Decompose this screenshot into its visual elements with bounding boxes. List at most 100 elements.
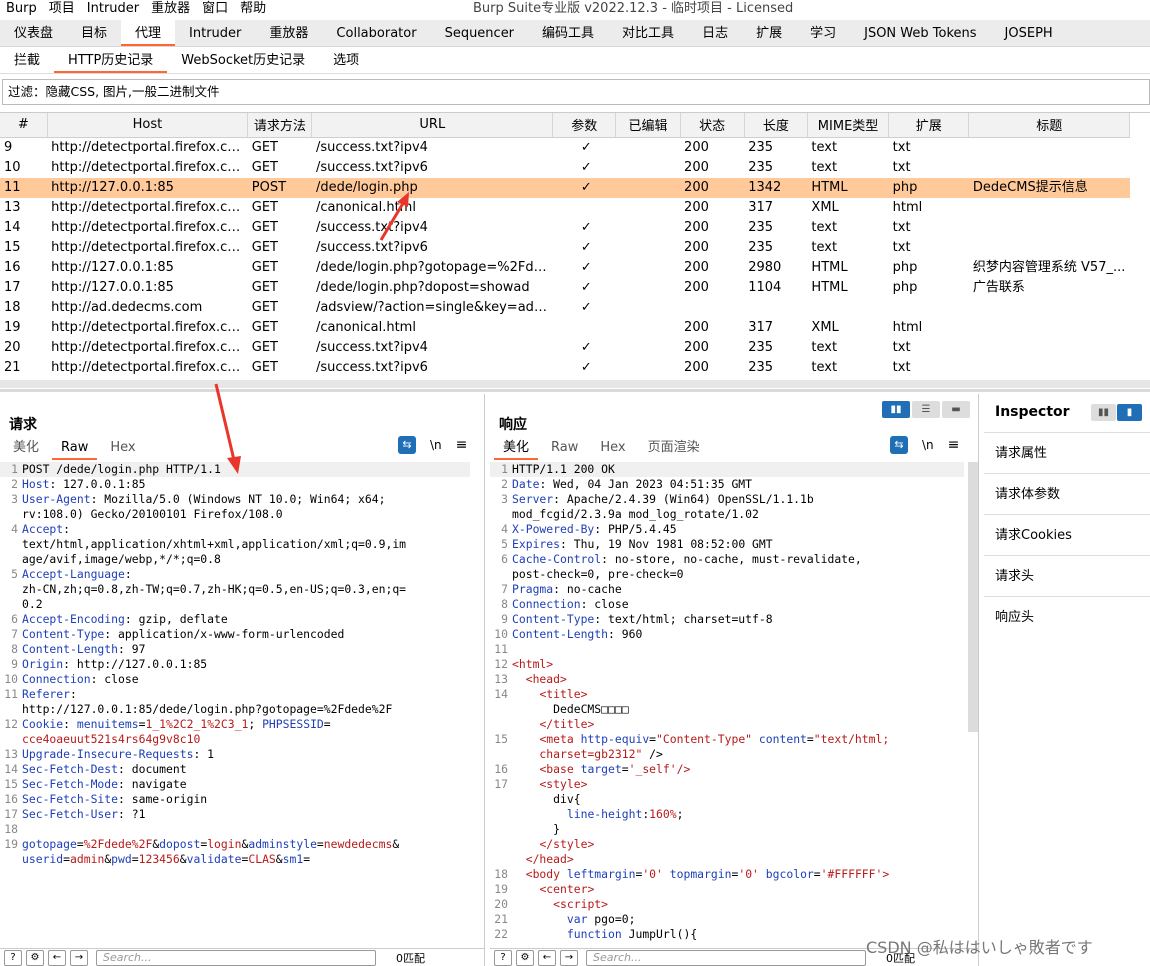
menu-icon[interactable]: ≡ (948, 437, 960, 453)
column-header[interactable]: Host (47, 113, 249, 138)
menu-item[interactable]: 项目 (43, 0, 81, 18)
column-header[interactable]: 长度 (744, 113, 808, 138)
next-match-icon[interactable]: → (560, 949, 578, 966)
main-tab[interactable]: Intruder (175, 20, 255, 46)
sub-tab[interactable]: HTTP历史记录 (54, 48, 168, 73)
pane-divider[interactable] (0, 389, 1150, 392)
main-tab[interactable]: 日志 (688, 20, 742, 46)
main-tab[interactable]: JSON Web Tokens (850, 20, 990, 46)
menu-item[interactable]: Intruder (81, 0, 145, 18)
table-row[interactable]: 21 http://detectportal.firefox.com GET/suc… (0, 358, 1130, 378)
column-header[interactable]: MIME类型 (807, 113, 890, 138)
table-row[interactable]: 10 http://detectportal.firefox.com GET/suc… (0, 158, 1130, 178)
response-view-tab[interactable]: Raw (542, 438, 587, 460)
help-icon[interactable]: ? (4, 949, 22, 966)
main-tab[interactable]: 目标 (67, 20, 121, 46)
request-editor[interactable]: 1 POST /dede/login.php HTTP/1.1 2 Host: 127… (0, 462, 470, 946)
sub-tab[interactable]: WebSocket历史记录 (167, 48, 319, 73)
column-header[interactable]: 标题 (968, 113, 1130, 138)
gear-icon[interactable]: ⚙ (26, 949, 44, 966)
column-header[interactable]: URL (311, 113, 554, 138)
column-header[interactable]: 已编辑 (615, 113, 681, 138)
cell-url: /success.txt?ipv6 (315, 239, 428, 255)
column-header[interactable]: 请求方法 (247, 113, 313, 138)
table-row[interactable]: 18 http://ad.dedecms.com GET/adsview/?acti… (0, 298, 1130, 318)
sub-tab[interactable]: 选项 (319, 48, 373, 73)
request-view-tab[interactable]: Hex (101, 438, 144, 460)
code-token: : ?1 (118, 807, 146, 821)
code-token: JumpUrl(){ (621, 927, 698, 941)
table-row[interactable]: 15 http://detectportal.firefox.com GET/suc… (0, 238, 1130, 258)
main-tab[interactable]: Sequencer (431, 20, 528, 46)
column-header[interactable]: 参数 (552, 113, 617, 138)
inspector-collapse-icon[interactable]: ▮▮ (1091, 404, 1116, 421)
response-vertical-scrollbar[interactable] (968, 462, 978, 732)
main-tab[interactable]: 代理 (121, 20, 176, 46)
table-row[interactable]: 11 http://127.0.0.1:85 POST/dede/login.php… (0, 177, 1130, 198)
table-row[interactable]: 19 http://detectportal.firefox.com GET/can… (0, 318, 1130, 338)
code-line: 17 <style> (490, 777, 964, 792)
table-row[interactable]: 20 http://detectportal.firefox.com GET/suc… (0, 338, 1130, 358)
main-tab[interactable]: Collaborator (322, 20, 430, 46)
main-tab[interactable]: 扩展 (742, 20, 796, 46)
menu-item[interactable]: 窗口 (196, 0, 234, 18)
table-row[interactable]: 16 http://127.0.0.1:85 GET/dede/login.php?… (0, 258, 1130, 278)
table-row[interactable]: 14 http://detectportal.firefox.com GET/suc… (0, 218, 1130, 238)
inspector-item[interactable]: 请求体参数 (984, 473, 1150, 514)
request-search-input[interactable]: Search... (96, 949, 376, 966)
table-row[interactable]: 13 http://detectportal.firefox.com GET/can… (0, 198, 1130, 218)
main-tab[interactable]: 学习 (796, 20, 850, 46)
main-tabs: 仪表盘 目标 代理 Intruder 重放器 Collaborator Sequencer 编… (0, 20, 1150, 47)
tabbed-layout-icon[interactable]: ▬ (942, 401, 970, 418)
inspector-item[interactable]: 请求Cookies (984, 514, 1150, 555)
newline-toggle[interactable]: \n (922, 438, 934, 452)
table-row[interactable]: 9 http://detectportal.firefox.com GET/succ… (0, 137, 1130, 158)
response-view-tab[interactable]: Hex (591, 438, 634, 460)
inspector-item[interactable]: 请求头 (984, 555, 1150, 596)
response-search-input[interactable]: Search... (586, 949, 866, 966)
inspector-item[interactable]: 请求属性 (984, 432, 1150, 473)
main-tab[interactable]: 编码工具 (528, 20, 608, 46)
main-tab[interactable]: 仪表盘 (0, 20, 67, 46)
menu-icon[interactable]: ≡ (456, 437, 468, 453)
side-by-side-layout-icon[interactable]: ▮▮ (882, 401, 910, 418)
prev-match-icon[interactable]: ← (48, 949, 66, 966)
main-tab[interactable]: 对比工具 (608, 20, 688, 46)
menu-item[interactable]: Burp (0, 0, 43, 18)
line-number: 4 (11, 522, 18, 536)
cell-ext (889, 298, 969, 318)
newline-toggle[interactable]: \n (430, 438, 442, 452)
main-tab[interactable]: 重放器 (255, 20, 322, 46)
stacked-layout-icon[interactable]: ☰ (912, 401, 940, 418)
code-line: 8 Content-Length: 97 (0, 642, 470, 657)
column-header[interactable]: 状态 (680, 113, 745, 138)
wrap-lines-icon[interactable]: ⇆ (398, 436, 416, 454)
menu-item[interactable]: 帮助 (234, 0, 272, 18)
wrap-lines-icon[interactable]: ⇆ (890, 436, 908, 454)
code-line: 1 HTTP/1.1 200 OK (490, 462, 964, 477)
next-match-icon[interactable]: → (70, 949, 88, 966)
prev-match-icon[interactable]: ← (538, 949, 556, 966)
cell-mime: text (811, 339, 838, 355)
sub-tab[interactable]: 拦截 (0, 48, 54, 73)
help-icon[interactable]: ? (494, 949, 512, 966)
table-row[interactable]: 17 http://127.0.0.1:85 GET/dede/login.php?… (0, 278, 1130, 298)
response-editor[interactable]: 1 HTTP/1.1 200 OK 2 Date: Wed, 04 Jan 2023 … (490, 462, 964, 946)
request-view-tab[interactable]: Raw (52, 438, 98, 460)
cell-edited (616, 238, 680, 258)
gear-icon[interactable]: ⚙ (516, 949, 534, 966)
filter-bar[interactable]: 过滤：隐藏CSS, 图片,一般二进制文件 (2, 79, 1150, 105)
line-text: charset=gb2312" /> (512, 747, 964, 762)
menu-item[interactable]: 重放器 (145, 0, 196, 18)
column-header[interactable]: # (0, 113, 48, 138)
main-tab[interactable]: JOSEPH (991, 20, 1067, 46)
inspector-item[interactable]: 响应头 (984, 596, 1150, 637)
response-view-tab[interactable]: 页面渲染 (639, 438, 709, 460)
horizontal-scrollbar[interactable] (0, 380, 1150, 388)
inspector-expand-icon[interactable]: ▮ (1117, 404, 1142, 421)
response-view-tab[interactable]: 美化 (494, 438, 539, 460)
request-view-tab[interactable]: 美化 (4, 438, 48, 460)
code-token: line-height (566, 807, 643, 821)
column-header[interactable]: 扩展 (888, 113, 970, 138)
line-number (490, 852, 512, 867)
